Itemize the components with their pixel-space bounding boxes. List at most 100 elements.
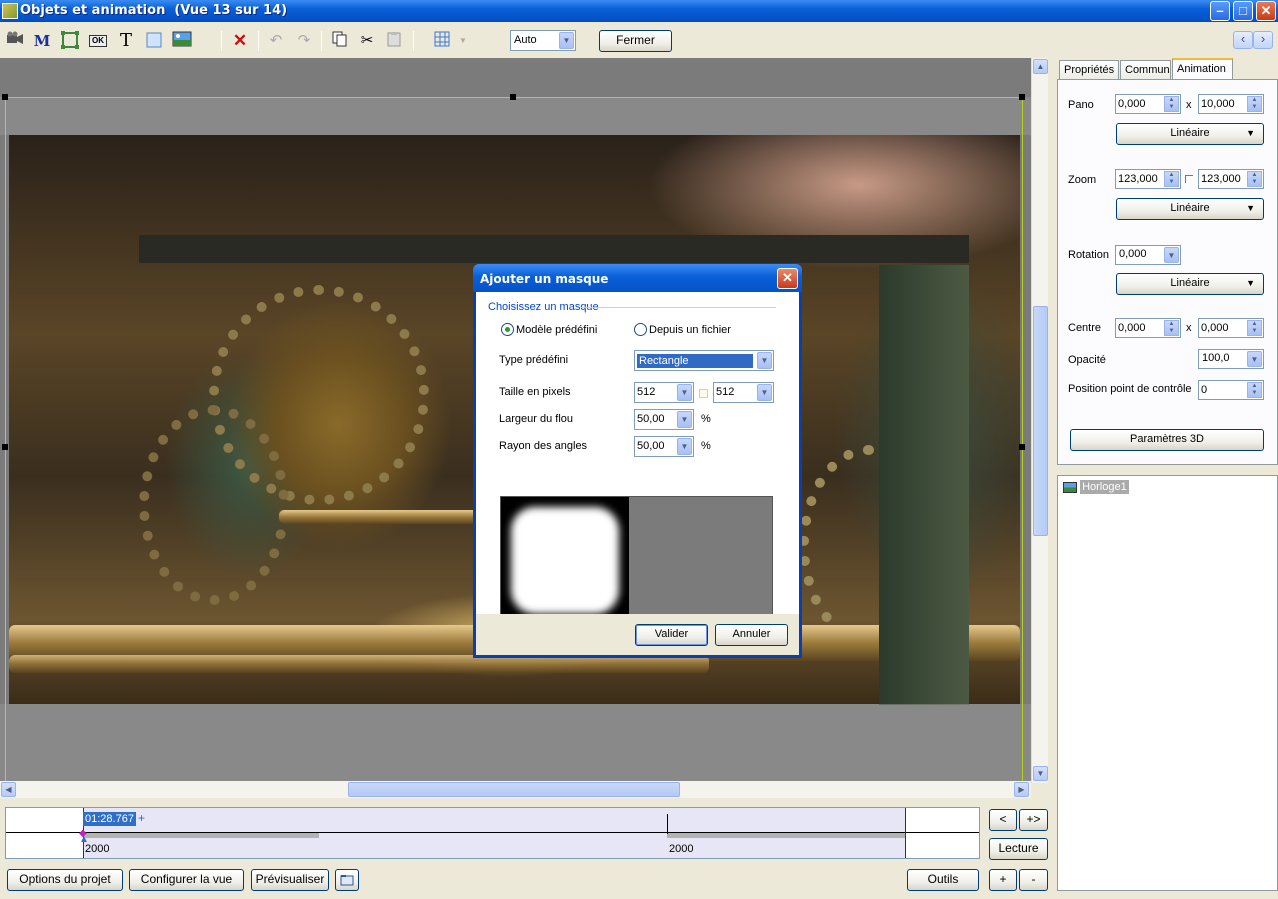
frame-icon[interactable] (144, 31, 164, 51)
maximize-button[interactable]: □ (1233, 1, 1253, 21)
resize-handle[interactable] (510, 94, 516, 100)
folder-icon[interactable] (335, 869, 359, 891)
center-label: Centre (1068, 322, 1102, 334)
blur-select[interactable]: 50,00 ▼ (634, 409, 694, 430)
zoom-y-field[interactable]: 123,000 ▲ ▼ (1198, 169, 1264, 189)
resize-handle[interactable] (2, 94, 8, 100)
image-icon[interactable] (172, 31, 192, 51)
prev-keyframe-button[interactable]: < (989, 809, 1017, 831)
spinner-icon[interactable]: ▲ ▼ (1247, 96, 1262, 112)
spinner-icon[interactable]: ▲ ▼ (1247, 171, 1262, 187)
text-icon[interactable]: T (116, 31, 136, 51)
scroll-up-icon[interactable]: ▲ (1033, 59, 1048, 74)
pano-x-field[interactable]: 0,000 ▲ ▼ (1115, 94, 1181, 114)
zoom-select-value: Auto (514, 34, 537, 46)
remove-button[interactable]: - (1019, 869, 1048, 891)
chevron-down-icon: ▼ (559, 32, 574, 49)
predefined-radio-label[interactable]: Modèle prédéfini (516, 324, 597, 336)
list-item[interactable]: Horloge1 (1063, 480, 1129, 494)
grid-dropdown-icon[interactable]: ▼ (453, 31, 473, 51)
size-width-select[interactable]: 512 ▼ (634, 382, 694, 403)
add-keyframe-icon[interactable]: + (138, 811, 145, 825)
object-list[interactable]: Horloge1 (1057, 475, 1278, 891)
scroll-left-icon[interactable]: ◀ (1, 782, 16, 797)
size-height-select[interactable]: 512 ▼ (713, 382, 774, 403)
zoom-interpolation-select[interactable]: Linéaire ▼ (1116, 198, 1264, 220)
rotation-interpolation-select[interactable]: Linéaire ▼ (1116, 273, 1264, 295)
camera-icon[interactable] (5, 31, 25, 51)
project-options-button[interactable]: Options du projet (7, 869, 123, 891)
ok-button-icon[interactable]: OK (88, 31, 108, 51)
resize-handle[interactable] (2, 444, 8, 450)
link-ratio-icon[interactable] (699, 389, 708, 398)
center-x-field[interactable]: 0,000 ▲ ▼ (1115, 318, 1181, 338)
tools-button[interactable]: Outils (907, 869, 979, 891)
pano-interpolation-select[interactable]: Linéaire ▼ (1116, 123, 1264, 145)
type-select[interactable]: Rectangle ▼ (634, 350, 774, 371)
spinner-icon[interactable]: ▲ ▼ (1164, 171, 1179, 187)
vertical-scroll-thumb[interactable] (1033, 306, 1048, 536)
timeline[interactable]: ◆ ▲ 01:28.767 + 2000 2000 (5, 807, 980, 859)
tab-animation[interactable]: Animation (1172, 58, 1233, 80)
params-3d-button[interactable]: Paramètres 3D (1070, 429, 1264, 451)
opacity-label: Opacité (1068, 354, 1106, 366)
tab-properties[interactable]: Propriétés (1059, 60, 1119, 80)
pano-y-field[interactable]: 10,000 ▲ ▼ (1198, 94, 1264, 114)
radius-unit: % (701, 440, 711, 452)
rectangle-icon[interactable] (60, 31, 80, 51)
center-y-field[interactable]: 0,000 ▲ ▼ (1198, 318, 1264, 338)
redo-icon[interactable]: ↷ (294, 31, 314, 51)
rotation-field[interactable]: 0,000 ▼ (1115, 245, 1181, 265)
add-button[interactable]: + (989, 869, 1017, 891)
chevron-down-icon: ▼ (677, 384, 692, 401)
nav-prev-button[interactable]: ‹ (1233, 31, 1253, 49)
play-button[interactable]: Lecture (989, 838, 1048, 860)
configure-view-button[interactable]: Configurer la vue (129, 869, 244, 891)
cancel-button[interactable]: Annuler (715, 624, 788, 646)
window-title: Objets et animation (Vue 13 sur 14) (20, 3, 288, 18)
delete-icon[interactable]: ✕ (230, 31, 250, 51)
size-label: Taille en pixels (499, 386, 571, 398)
ok-button[interactable]: Valider (635, 624, 708, 646)
horizontal-scrollbar[interactable]: ◀ ▶ (0, 781, 1031, 798)
cut-icon[interactable]: ✂ (357, 31, 377, 51)
spinner-icon[interactable]: ▲ ▼ (1247, 382, 1262, 398)
close-window-button[interactable]: ✕ (1256, 1, 1276, 21)
control-point-field[interactable]: 0 ▲ ▼ (1198, 380, 1264, 400)
resize-handle[interactable] (1019, 94, 1025, 100)
m-text-icon[interactable]: M (32, 31, 52, 51)
copy-icon[interactable] (330, 31, 350, 51)
scroll-down-icon[interactable]: ▼ (1033, 766, 1048, 781)
ok-icon-label: OK (89, 35, 107, 47)
keyframe-marker[interactable] (667, 814, 668, 834)
from-file-radio[interactable] (634, 323, 647, 336)
from-file-radio-label[interactable]: Depuis un fichier (649, 324, 731, 336)
undo-icon[interactable]: ↶ (266, 31, 286, 51)
link-ratio-icon[interactable] (1185, 175, 1193, 183)
spinner-icon[interactable]: ▲ ▼ (1247, 320, 1262, 336)
spinner-icon[interactable]: ▲ ▼ (1164, 320, 1179, 336)
scroll-right-icon[interactable]: ▶ (1014, 782, 1029, 797)
preview-button[interactable]: Prévisualiser (251, 869, 329, 891)
toolbar-separator (413, 31, 414, 51)
zoom-select[interactable]: Auto ▼ (510, 30, 576, 51)
grid-icon[interactable] (432, 31, 452, 51)
chevron-down-icon[interactable]: ▼ (1247, 351, 1262, 367)
paste-icon[interactable] (384, 31, 404, 51)
vertical-scrollbar[interactable]: ▲ ▼ (1031, 58, 1048, 783)
spinner-icon[interactable]: ▲ ▼ (1164, 96, 1179, 112)
dialog-close-button[interactable]: ✕ (777, 268, 798, 289)
close-button[interactable]: Fermer (599, 30, 672, 52)
predefined-radio[interactable] (501, 323, 514, 336)
resize-handle[interactable] (1019, 444, 1025, 450)
next-keyframe-button[interactable]: +> (1019, 809, 1048, 831)
radius-select[interactable]: 50,00 ▼ (634, 436, 694, 457)
radius-value: 50,00 (637, 440, 665, 452)
nav-next-button[interactable]: › (1253, 31, 1273, 49)
minimize-button[interactable]: – (1210, 1, 1230, 21)
chevron-down-icon[interactable]: ▼ (1164, 247, 1179, 263)
zoom-x-field[interactable]: 123,000 ▲ ▼ (1115, 169, 1181, 189)
tab-common[interactable]: Commun (1120, 60, 1171, 80)
opacity-field[interactable]: 100,0 ▼ (1198, 349, 1264, 369)
horizontal-scroll-thumb[interactable] (348, 782, 680, 797)
